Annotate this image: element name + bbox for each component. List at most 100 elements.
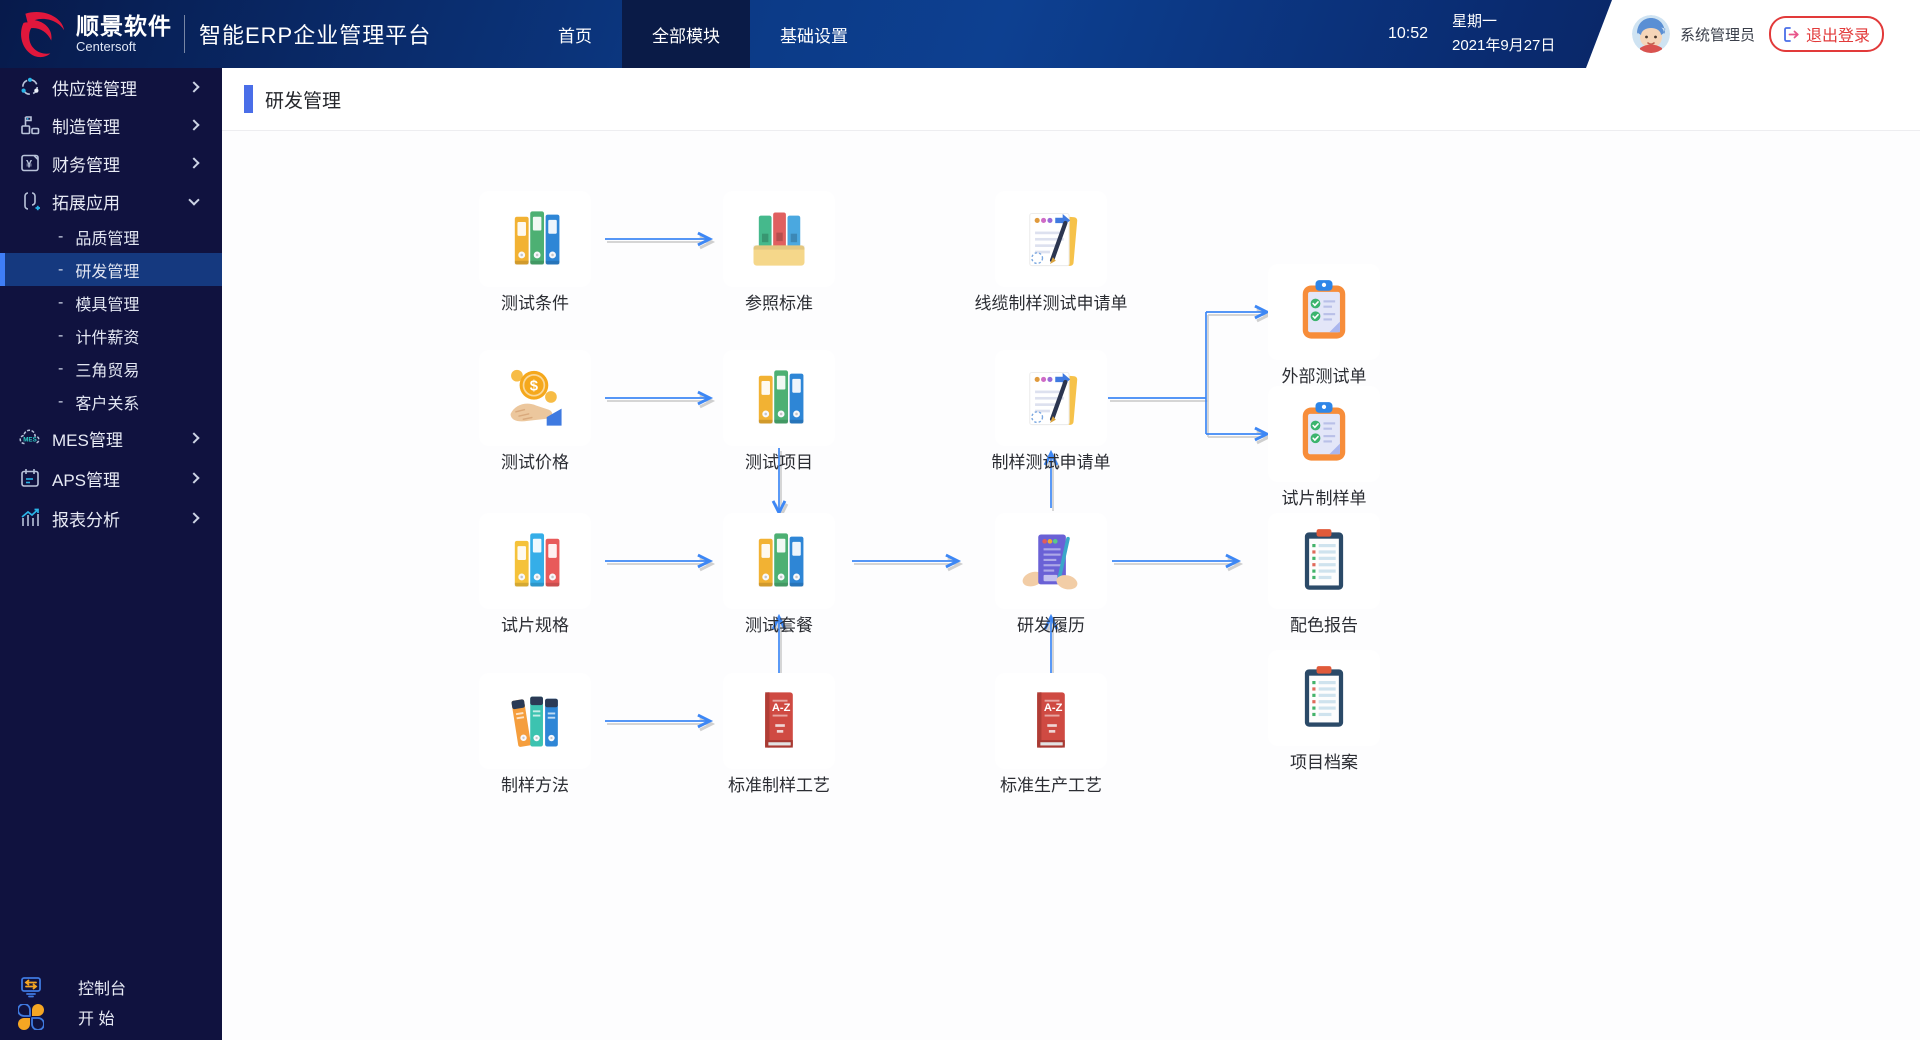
flowchart-canvas: 测试条件 参照标准 线缆制样测试申请单 $ 测试价格 测试项目 制样测试申请单 … [222, 68, 1920, 1040]
sidebar-item-mes[interactable]: MES MES管理 [0, 418, 222, 458]
flow-node-label: 研发履历 [961, 611, 1141, 636]
manufacturing-icon [18, 113, 42, 137]
flow-node-standard-sample-process[interactable]: A-Z 标准制样工艺 [689, 673, 869, 796]
flow-node-label: 制样测试申请单 [961, 448, 1141, 473]
chevron-down-icon [188, 194, 199, 205]
logout-button[interactable]: 退出登录 [1769, 16, 1884, 52]
start-label: 开 始 [78, 1005, 114, 1029]
flow-node-specimen-spec[interactable]: 试片规格 [445, 513, 625, 636]
console-button[interactable]: 控制台 [0, 972, 222, 1002]
sidebar-item-label: 模具管理 [75, 291, 139, 315]
user-avatar[interactable] [1632, 15, 1670, 53]
sidebar-item-extensions[interactable]: 拓展应用 [0, 182, 222, 220]
tab-all-modules[interactable]: 全部模块 [622, 0, 750, 68]
mes-glyph: MES [23, 436, 36, 443]
flow-node-label: 标准生产工艺 [961, 771, 1141, 796]
sidebar-item-label: 报表分析 [52, 506, 120, 531]
sidebar-item-label: APS管理 [52, 466, 120, 491]
sidebar-item-triangle-trade[interactable]: - 三角贸易 [0, 352, 222, 385]
flow-node-label: 测试条件 [445, 289, 625, 314]
sidebar-item-label: 品质管理 [75, 225, 139, 249]
sidebar-item-label: 制造管理 [52, 113, 120, 138]
sub-item-bullet: - [58, 294, 63, 312]
brand: 顺景软件 Centersoft 智能ERP企业管理平台 [16, 0, 431, 68]
flow-node-label: 测试价格 [445, 448, 625, 473]
flow-node-label: 外部测试单 [1234, 362, 1414, 387]
sub-item-bullet: - [58, 360, 63, 378]
app-title: 智能ERP企业管理平台 [199, 18, 431, 50]
extensions-icon [18, 189, 42, 213]
flow-node-test-items[interactable]: 测试项目 [689, 350, 869, 473]
sidebar-item-label: 财务管理 [52, 151, 120, 176]
sidebar-item-aps[interactable]: APS管理 [0, 458, 222, 498]
start-icon [18, 1004, 44, 1030]
clock-time: 10:52 [1388, 0, 1428, 68]
aps-icon [18, 466, 42, 490]
sub-item-bullet: - [58, 261, 63, 279]
document-pen-icon [1017, 205, 1085, 273]
flow-node-label: 测试套餐 [689, 611, 869, 636]
flow-node-test-package[interactable]: 测试套餐 [689, 513, 869, 636]
flow-node-standard-production-process[interactable]: A-Z 标准生产工艺 [961, 673, 1141, 796]
sidebar-item-piecework[interactable]: - 计件薪资 [0, 319, 222, 352]
flow-node-specimen-sample-order[interactable]: 试片制样单 [1234, 386, 1414, 509]
page-title: 研发管理 [265, 86, 341, 113]
flow-node-rd-history[interactable]: 研发履历 [961, 513, 1141, 636]
tab-basic-settings[interactable]: 基础设置 [750, 0, 878, 68]
start-button[interactable]: 开 始 [0, 1002, 222, 1032]
user-name: 系统管理员 [1680, 24, 1755, 45]
clipboard-list-icon [1290, 664, 1358, 732]
binders-icon [745, 527, 813, 595]
flow-node-sample-test-request[interactable]: 制样测试申请单 [961, 350, 1141, 473]
sidebar-footer: 控制台 开 始 [0, 972, 222, 1032]
sidebar-item-rd-management[interactable]: - 研发管理 [0, 253, 222, 286]
tab-home[interactable]: 首页 [528, 0, 622, 68]
top-header: 顺景软件 Centersoft 智能ERP企业管理平台 首页 全部模块 基础设置… [0, 0, 1920, 68]
coins-hand-icon: $ [501, 364, 569, 432]
chevron-right-icon [188, 157, 199, 168]
sidebar-item-manufacturing[interactable]: 制造管理 [0, 106, 222, 144]
sidebar-item-report-analysis[interactable]: 报表分析 [0, 498, 222, 538]
supply-chain-icon [18, 75, 42, 99]
yen-glyph: ¥ [26, 159, 33, 171]
flow-node-sample-method[interactable]: 制样方法 [445, 673, 625, 796]
flow-node-cable-sample-test-request[interactable]: 线缆制样测试申请单 [961, 191, 1141, 314]
sidebar-item-quality[interactable]: - 品质管理 [0, 220, 222, 253]
sidebar-item-label: 计件薪资 [75, 324, 139, 348]
flow-node-external-test-order[interactable]: 外部测试单 [1234, 264, 1414, 387]
flow-node-test-price[interactable]: $ 测试价格 [445, 350, 625, 473]
weekday-label: 星期一 [1452, 10, 1555, 34]
centersoft-swoosh-logo [16, 10, 68, 58]
sidebar-item-label: 客户关系 [75, 390, 139, 414]
flow-node-project-archive[interactable]: 项目档案 [1234, 650, 1414, 773]
page-header: 研发管理 [222, 68, 1920, 130]
flow-node-reference-standards[interactable]: 参照标准 [689, 191, 869, 314]
dictionary-book-icon: A-Z [745, 687, 813, 755]
az-glyph: A-Z [772, 702, 791, 714]
chevron-right-icon [188, 432, 199, 443]
flow-node-label: 试片规格 [445, 611, 625, 636]
flow-node-color-match-report[interactable]: 配色报告 [1234, 513, 1414, 636]
flow-node-label: 制样方法 [445, 771, 625, 796]
binders-icon [501, 527, 569, 595]
flow-node-label: 线缆制样测试申请单 [961, 289, 1141, 314]
flow-node-label: 配色报告 [1234, 611, 1414, 636]
flow-node-test-conditions[interactable]: 测试条件 [445, 191, 625, 314]
date-block: 星期一 2021年9月27日 [1452, 0, 1555, 68]
clipboard-check-icon [1290, 278, 1358, 346]
chevron-right-icon [188, 119, 199, 130]
chevron-right-icon [188, 512, 199, 523]
brand-divider [184, 15, 185, 53]
title-accent-bar [244, 85, 253, 113]
binders-icon [501, 205, 569, 273]
sidebar-item-customer-relations[interactable]: - 客户关系 [0, 385, 222, 418]
chevron-right-icon [188, 81, 199, 92]
dollar-glyph: $ [530, 379, 539, 395]
az-glyph: A-Z [1044, 702, 1063, 714]
sidebar-item-mold[interactable]: - 模具管理 [0, 286, 222, 319]
sidebar-item-finance[interactable]: ¥ 财务管理 [0, 144, 222, 182]
sidebar-item-supply-chain[interactable]: 供应链管理 [0, 68, 222, 106]
clipboard-check-icon [1290, 400, 1358, 468]
sidebar-item-label: MES管理 [52, 426, 123, 451]
sub-item-bullet: - [58, 393, 63, 411]
